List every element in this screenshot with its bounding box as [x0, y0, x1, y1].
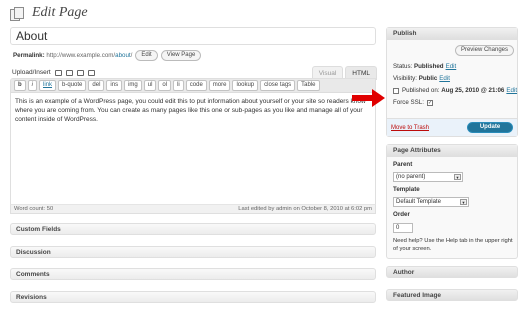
add-video-icon[interactable]	[65, 69, 73, 76]
quicktags-toolbar: b i link b-quote del ins img ul ol li co…	[11, 79, 375, 93]
move-to-trash-link[interactable]: Move to Trash	[391, 125, 429, 131]
visibility-row: Visibility: Public Edit	[393, 75, 450, 82]
editor-content[interactable]: This is an example of a WordPress page, …	[11, 93, 375, 128]
status-label: Status:	[393, 63, 413, 70]
last-edited: Last edited by admin on October 8, 2010 …	[238, 206, 372, 212]
permalink-slug[interactable]: about	[115, 52, 130, 59]
discussion-box[interactable]: Discussion	[10, 246, 376, 258]
red-arrow-icon	[352, 89, 385, 107]
quicktag-lookup-button[interactable]: lookup	[232, 80, 259, 91]
template-label: Template	[393, 186, 420, 193]
editor-status-bar: Word count: 50 Last edited by admin on O…	[10, 204, 376, 214]
quicktag-img-button[interactable]: img	[124, 80, 142, 91]
page-attributes-title[interactable]: Page Attributes	[387, 145, 517, 157]
quicktag-more-button[interactable]: more	[208, 80, 231, 91]
page-attributes-box: Page Attributes Parent (no parent) ▼ Tem…	[386, 144, 518, 259]
published-edit-link[interactable]: Edit	[506, 87, 517, 94]
publish-box: Publish Preview Changes Status: Publishe…	[386, 27, 518, 137]
chevron-down-icon: ▼	[454, 174, 461, 180]
page-icon	[10, 7, 26, 21]
publish-actions: Move to Trash Update	[387, 118, 517, 136]
word-count: Word count: 50	[14, 206, 54, 212]
published-on-row: Published on: Aug 25, 2010 @ 21:06 Edit	[393, 87, 517, 94]
permalink-suffix: /	[130, 52, 133, 59]
visibility-value: Public	[418, 75, 438, 82]
quicktag-table-button[interactable]: Table	[297, 80, 320, 91]
parent-label: Parent	[393, 161, 413, 168]
permalink-label: Permalink:	[13, 52, 45, 59]
quicktag-italic-button[interactable]: i	[27, 80, 38, 91]
revisions-box[interactable]: Revisions	[10, 291, 376, 303]
title-input[interactable]: About	[10, 27, 376, 45]
parent-select-value: (no parent)	[396, 174, 426, 180]
permalink-base: http://www.example.com/	[46, 52, 116, 59]
custom-fields-box[interactable]: Custom Fields	[10, 223, 376, 235]
upload-insert-label: Upload/Insert	[12, 69, 51, 76]
add-audio-icon[interactable]	[76, 69, 84, 76]
editor: b i link b-quote del ins img ul ol li co…	[10, 78, 376, 214]
help-text: Need help? Use the Help tab in the upper…	[393, 238, 513, 252]
template-select[interactable]: Default Template ▼	[393, 197, 469, 207]
parent-select[interactable]: (no parent) ▼	[393, 172, 463, 182]
update-button[interactable]: Update	[467, 122, 513, 133]
featured-image-box[interactable]: Featured Image	[386, 289, 518, 301]
quicktag-li-button[interactable]: li	[173, 80, 184, 91]
quicktag-ol-button[interactable]: ol	[158, 80, 172, 91]
author-box[interactable]: Author	[386, 266, 518, 278]
preview-changes-button[interactable]: Preview Changes	[454, 45, 514, 56]
status-row: Status: Published Edit	[393, 63, 456, 70]
quicktag-blockquote-button[interactable]: b-quote	[58, 80, 87, 91]
view-page-button[interactable]: View Page	[160, 50, 202, 61]
force-ssl-label: Force SSL:	[393, 99, 424, 106]
comments-box[interactable]: Comments	[10, 268, 376, 280]
calendar-icon	[393, 87, 399, 94]
add-image-icon[interactable]	[54, 69, 62, 76]
status-edit-link[interactable]: Edit	[446, 63, 457, 70]
quicktag-ul-button[interactable]: ul	[143, 80, 157, 91]
publish-box-title[interactable]: Publish	[387, 28, 517, 40]
visibility-label: Visibility:	[393, 75, 417, 82]
status-value: Published	[414, 63, 444, 70]
upload-insert-row: Upload/Insert	[12, 69, 95, 76]
order-input[interactable]: 0	[393, 223, 413, 233]
force-ssl-row: Force SSL: ✓	[393, 99, 433, 106]
quicktag-bold-button[interactable]: b	[14, 80, 26, 91]
page-title: Edit Page	[32, 5, 88, 20]
quicktag-close-tags-button[interactable]: close tags	[260, 80, 296, 91]
permalink-edit-button[interactable]: Edit	[135, 50, 158, 61]
order-label: Order	[393, 211, 410, 218]
template-select-value: Default Template	[396, 199, 441, 205]
quicktag-code-button[interactable]: code	[185, 80, 207, 91]
quicktag-ins-button[interactable]: ins	[106, 80, 123, 91]
force-ssl-checkbox[interactable]: ✓	[426, 99, 433, 106]
visibility-edit-link[interactable]: Edit	[439, 75, 450, 82]
published-label: Published on:	[402, 87, 440, 94]
permalink-row: Permalink: http://www.example.com/about /…	[13, 50, 202, 61]
quicktag-link-button[interactable]: link	[39, 80, 57, 91]
published-value: Aug 25, 2010 @ 21:06	[441, 87, 505, 94]
add-media-icon[interactable]	[87, 69, 95, 76]
quicktag-del-button[interactable]: del	[88, 80, 105, 91]
chevron-down-icon: ▼	[460, 199, 467, 205]
